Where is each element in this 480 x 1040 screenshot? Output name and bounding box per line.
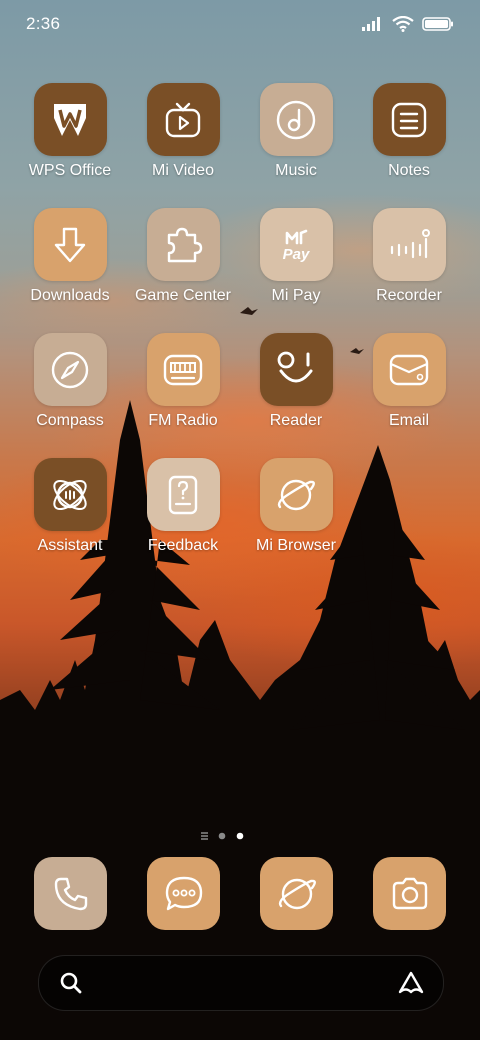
- home-list-icon: [201, 832, 208, 840]
- download-arrow-icon: [33, 208, 107, 281]
- app-feedback[interactable]: Feedback: [128, 458, 238, 555]
- app-label: Assistant: [37, 537, 103, 554]
- app-label: Feedback: [147, 537, 219, 554]
- music-note-icon: [259, 83, 333, 156]
- mi-pay-icon-text: Pay: [283, 246, 310, 263]
- reader-face-icon: [259, 333, 333, 406]
- mi-pay-icon: Pay: [259, 208, 333, 281]
- chat-bubble-icon[interactable]: [147, 857, 220, 930]
- app-label: Compass: [36, 412, 104, 429]
- puzzle-icon: [146, 208, 220, 281]
- search-bar[interactable]: [38, 955, 444, 1011]
- camera-icon[interactable]: [373, 857, 446, 930]
- status-time: 2:36: [26, 14, 61, 33]
- app-fm-radio[interactable]: FM Radio: [128, 333, 238, 430]
- planet-icon[interactable]: [260, 857, 333, 930]
- app-assistant[interactable]: Assistant: [15, 458, 125, 555]
- page-dot[interactable]: [218, 832, 226, 840]
- app-game-center[interactable]: Game Center: [128, 208, 238, 305]
- signal-icon: [362, 17, 380, 31]
- app-label: WPS Office: [28, 162, 112, 179]
- app-label: Mi Video: [152, 162, 214, 179]
- app-music[interactable]: Music: [241, 83, 351, 180]
- search-icon[interactable]: [59, 971, 83, 995]
- app-label: Downloads: [30, 287, 110, 304]
- tv-play-icon: [146, 83, 220, 156]
- wifi-icon: [392, 16, 414, 32]
- assistant-logo-icon[interactable]: [397, 970, 425, 996]
- app-wps-office[interactable]: WPS Office: [15, 83, 125, 180]
- app-label: Mi Pay: [271, 287, 321, 304]
- battery-icon: [422, 17, 453, 31]
- app-compass[interactable]: Compass: [15, 333, 125, 430]
- app-label: Game Center: [134, 287, 232, 304]
- app-label: Reader: [269, 412, 323, 429]
- compass-icon: [33, 333, 107, 406]
- status-bar: 2:36: [0, 0, 480, 52]
- app-email[interactable]: Email: [354, 333, 464, 430]
- assistant-orbit-icon: [33, 458, 107, 531]
- planet-icon: [259, 458, 333, 531]
- app-label: Email: [388, 412, 429, 429]
- wps-office-icon: [33, 83, 107, 156]
- app-label: Recorder: [376, 287, 442, 304]
- app-mi-browser[interactable]: Mi Browser: [241, 458, 351, 555]
- app-downloads[interactable]: Downloads: [15, 208, 125, 305]
- app-notes[interactable]: Notes: [354, 83, 464, 180]
- notes-icon: [372, 83, 446, 156]
- app-label: Notes: [388, 162, 430, 179]
- page-dot-active[interactable]: [236, 832, 244, 840]
- app-mi-pay[interactable]: Pay Mi Pay: [241, 208, 351, 305]
- page-indicator: [201, 832, 244, 840]
- app-recorder[interactable]: Recorder: [354, 208, 464, 305]
- app-reader[interactable]: Reader: [241, 333, 351, 430]
- app-label: FM Radio: [148, 412, 218, 429]
- app-label: Music: [275, 162, 317, 179]
- envelope-icon: [372, 333, 446, 406]
- feedback-question-icon: [146, 458, 220, 531]
- radio-icon: [146, 333, 220, 406]
- phone-icon[interactable]: [34, 857, 107, 930]
- waveform-icon: [372, 208, 446, 281]
- app-mi-video[interactable]: Mi Video: [128, 83, 238, 180]
- app-label: Mi Browser: [255, 537, 336, 554]
- status-icons: [362, 16, 454, 32]
